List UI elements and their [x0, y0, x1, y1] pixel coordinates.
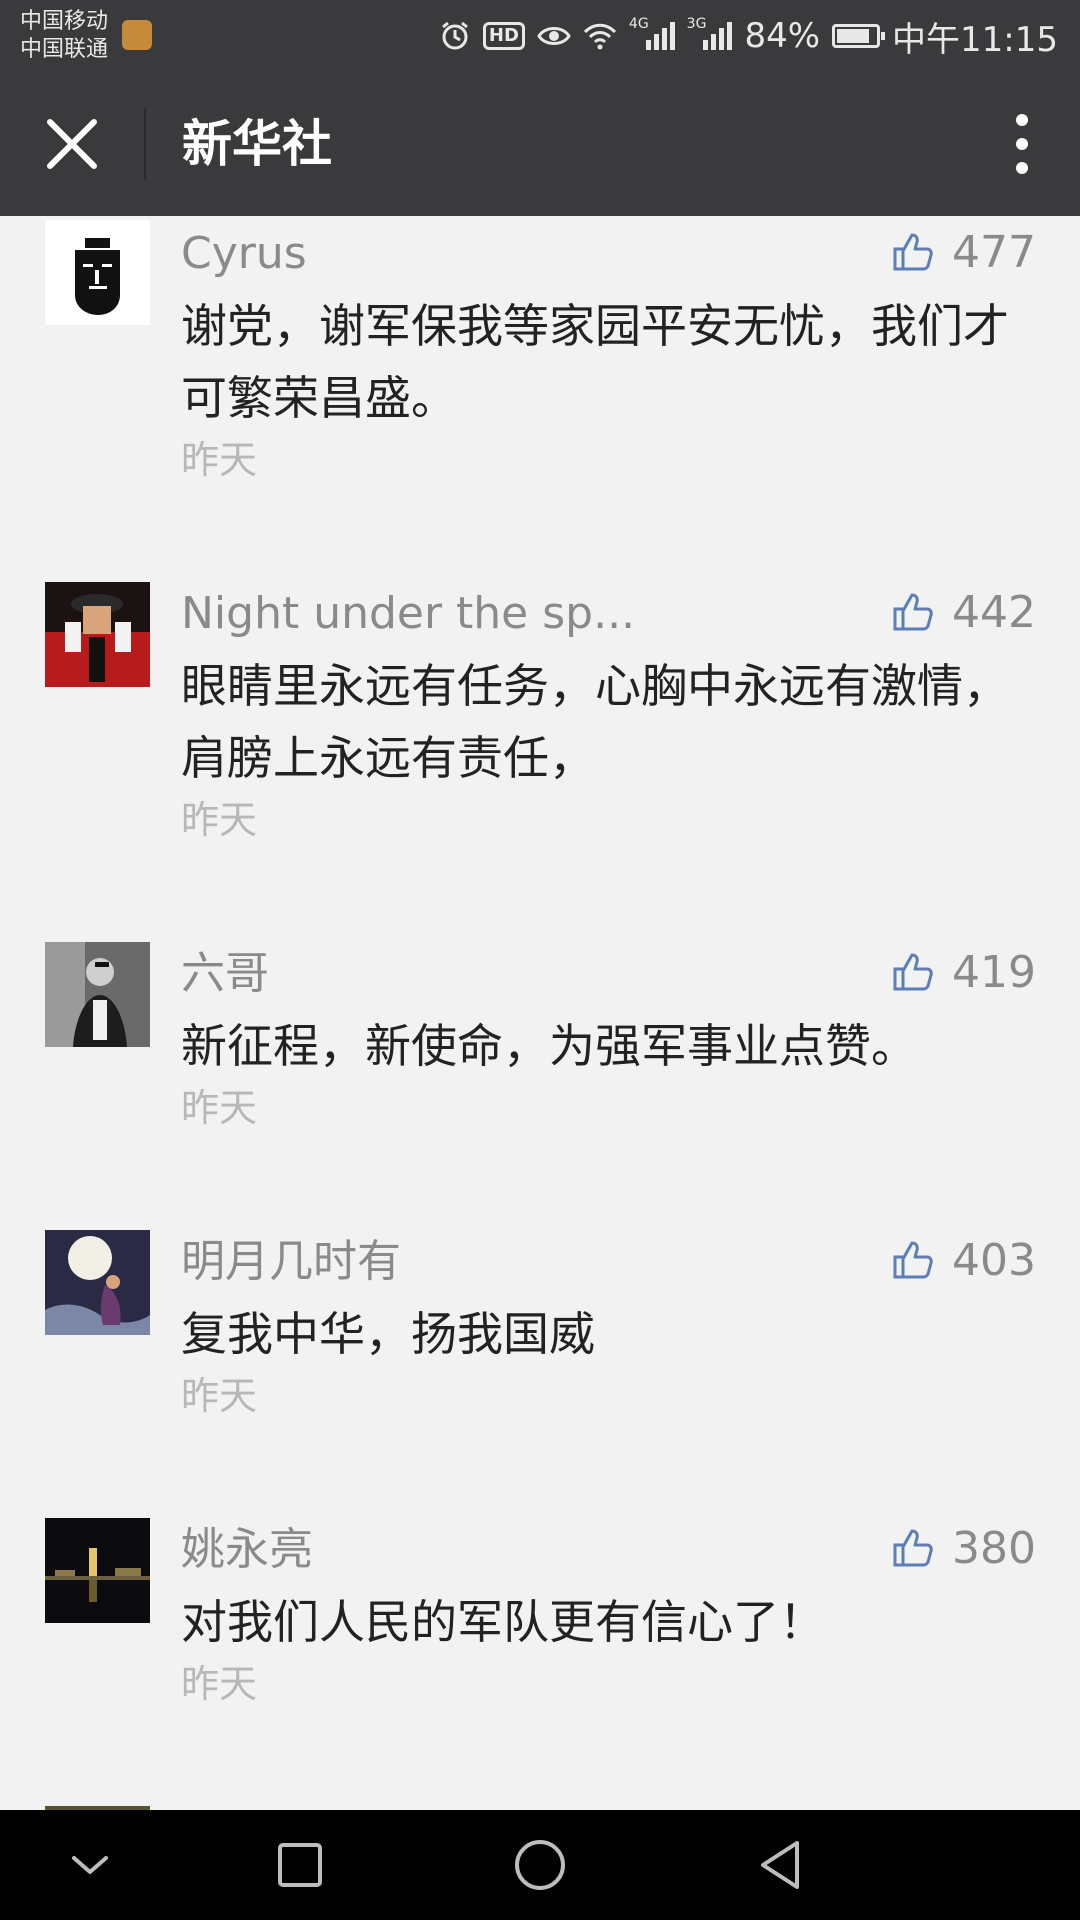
- net-3g-label: 3G: [686, 16, 707, 32]
- comment-list[interactable]: Cyrus 477 谢党，谢军保我等家园平安无忧，我们才可繁荣昌盛。 昨天 Ni…: [0, 216, 1080, 1810]
- nav-hide-button[interactable]: [60, 1835, 120, 1895]
- chevron-down-icon: [72, 1856, 108, 1874]
- nav-back-button[interactable]: [750, 1835, 810, 1895]
- avatar-image: [45, 220, 150, 325]
- square-icon: [278, 1843, 322, 1887]
- comment-nickname: Night under the sp...: [181, 588, 636, 639]
- signal-3g-icon: 3G: [687, 16, 733, 50]
- system-nav-bar: [0, 1810, 1080, 1920]
- carrier-1: 中国移动: [20, 9, 109, 34]
- comment-item: 明月几时有 403 复我中华，扬我国威 昨天: [0, 1226, 1080, 1446]
- comment-text: 新征程，新使命，为强军事业点赞。: [181, 1019, 917, 1073]
- comment-nickname: 六哥: [181, 948, 269, 999]
- wifi-icon: [583, 22, 617, 50]
- thumbs-up-icon: [893, 953, 933, 991]
- avatar-image: [45, 942, 150, 1047]
- avatar[interactable]: [45, 942, 150, 1047]
- thumbs-up-icon: [893, 1241, 933, 1279]
- like-button[interactable]: 403: [892, 1232, 1036, 1288]
- comment-item: 姚永亮 380 对我们人民的军队更有信心了！ 昨天: [0, 1514, 1080, 1734]
- like-count: 403: [952, 1234, 1036, 1286]
- like-button[interactable]: 477: [892, 224, 1036, 280]
- battery-fill: [837, 29, 870, 43]
- avatar[interactable]: [45, 582, 150, 687]
- comment-text: 对我们人民的军队更有信心了！: [181, 1595, 825, 1649]
- avatar-image: [45, 1518, 150, 1623]
- nav-home-button[interactable]: [510, 1835, 570, 1895]
- comment-time: 昨天: [181, 1374, 258, 1418]
- comment-nickname: Cyrus: [181, 228, 307, 279]
- avatar-image: [45, 582, 150, 687]
- title-bar: 新华社: [0, 72, 1080, 216]
- signal-4g-icon: 4G: [629, 16, 675, 50]
- comment-item: Night under the sp... 442 眼睛里永远有任务，心胸中永远…: [0, 578, 1080, 868]
- like-count: 442: [952, 586, 1036, 638]
- comment-text: 眼睛里永远有任务，心胸中永远有激情，肩膀上永远有责任，: [181, 659, 1009, 785]
- thumbs-up-icon: [893, 1529, 933, 1567]
- like-count: 380: [952, 1522, 1036, 1574]
- nav-recents-button[interactable]: [270, 1835, 330, 1895]
- close-icon: [47, 119, 97, 169]
- alarm-icon: [439, 20, 471, 52]
- page-title: 新华社: [182, 115, 332, 173]
- clock: 中午11:15: [892, 19, 1058, 60]
- avatar[interactable]: [45, 1230, 150, 1335]
- comment-time: 昨天: [181, 1662, 258, 1706]
- status-bar: 中国移动 中国联通 HD 4G 3G 84% 中午11:15: [0, 0, 1080, 72]
- thumbs-up-icon: [893, 593, 933, 631]
- close-button[interactable]: [36, 112, 108, 176]
- comment-time: 昨天: [181, 798, 258, 842]
- like-button[interactable]: 380: [892, 1520, 1036, 1576]
- thumbs-up-icon: [893, 233, 933, 271]
- comment-nickname: 姚永亮: [181, 1524, 313, 1575]
- circle-icon: [515, 1840, 565, 1890]
- avatar-image: [45, 1230, 150, 1335]
- net-4g-label: 4G: [628, 16, 649, 32]
- title-divider: [144, 108, 146, 180]
- carrier-2: 中国联通: [20, 37, 109, 62]
- comment-time: 昨天: [181, 1086, 258, 1130]
- like-count: 419: [952, 946, 1036, 998]
- comment-nickname: 明月几时有: [181, 1236, 401, 1287]
- like-count: 477: [952, 226, 1036, 278]
- status-icons: HD 4G 3G 84% 中午11:15: [439, 0, 1058, 72]
- more-options-button[interactable]: [994, 108, 1050, 180]
- more-vertical-icon: [1016, 114, 1028, 174]
- triangle-back-icon: [761, 1841, 799, 1889]
- comment-text: 谢党，谢军保我等家园平安无忧，我们才可繁荣昌盛。: [181, 299, 1009, 425]
- battery-percent: 84%: [744, 16, 821, 56]
- comment-item: Cyrus 477 谢党，谢军保我等家园平安无忧，我们才可繁荣昌盛。 昨天: [0, 218, 1080, 508]
- comment-time: 昨天: [181, 438, 258, 482]
- comment-item: 六哥 419 新征程，新使命，为强军事业点赞。 昨天: [0, 938, 1080, 1158]
- like-button[interactable]: 419: [892, 944, 1036, 1000]
- carrier-info: 中国移动 中国联通: [20, 8, 108, 64]
- like-button[interactable]: 442: [892, 584, 1036, 640]
- hd-icon: HD: [482, 22, 525, 50]
- comment-text: 复我中华，扬我国威: [181, 1307, 595, 1361]
- notification-app-icon: [122, 20, 152, 50]
- eye-comfort-icon: [537, 24, 571, 48]
- avatar[interactable]: [45, 1518, 150, 1623]
- avatar[interactable]: [45, 220, 150, 325]
- battery-icon: [832, 24, 886, 48]
